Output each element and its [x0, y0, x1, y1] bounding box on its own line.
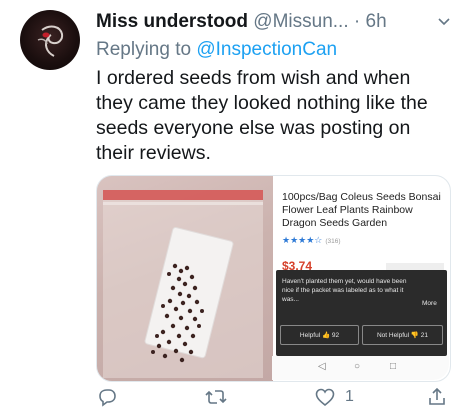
rating-count: (316) — [325, 238, 341, 245]
product-title: 100pcs/Bag Coleus Seeds Bonsai Flower Le… — [282, 191, 441, 229]
app-screenshot-overlay: 100pcs/Bag Coleus Seeds Bonsai Flower Le… — [96, 175, 449, 380]
review-more: More — [422, 300, 437, 307]
share-button[interactable] — [426, 386, 448, 408]
replying-to: Replying to @InspectionCan — [96, 38, 337, 62]
tweet-text: I ordered seeds from wish and when they … — [96, 67, 428, 164]
avatar[interactable] — [20, 10, 80, 70]
like-button[interactable]: 1 — [314, 386, 354, 408]
like-icon — [315, 388, 335, 407]
separator: · — [348, 11, 366, 32]
helpful-button: Helpful 👍 92 — [280, 325, 359, 345]
replying-prefix: Replying to — [96, 39, 197, 60]
display-name[interactable]: Miss understood — [96, 11, 248, 32]
tweet-actions: 1 — [96, 386, 451, 412]
nav-recent-icon: □ — [390, 361, 397, 372]
reply-icon — [99, 389, 116, 407]
android-navbar — [272, 356, 449, 380]
not-helpful-button: Not Helpful 👎 21 — [362, 325, 443, 345]
helpful-label: Helpful 👍 92 — [299, 332, 340, 339]
not-helpful-label: Not Helpful 👎 21 — [376, 332, 429, 339]
stars-glyphs: ★★★★☆ — [282, 235, 323, 245]
timestamp[interactable]: 6h — [366, 11, 387, 32]
chevron-down-icon[interactable] — [437, 14, 451, 28]
avatar-image — [37, 25, 64, 57]
review-text: Haven't planted them yet, would have bee… — [282, 278, 407, 303]
nav-back-icon: ◁ — [318, 361, 326, 372]
tweet-header: Miss understood @Missun... · 6h — [96, 10, 456, 34]
like-count: 1 — [345, 388, 354, 405]
replying-to-link[interactable]: @InspectionCan — [196, 39, 337, 60]
user-handle[interactable]: @Missun... — [253, 11, 348, 32]
reply-button[interactable] — [96, 386, 118, 408]
nav-home-icon: ○ — [354, 361, 361, 372]
rating-stars: ★★★★☆ (316) — [282, 235, 341, 246]
share-icon — [429, 387, 445, 405]
retweet-button[interactable] — [204, 386, 228, 408]
retweet-icon — [205, 390, 227, 404]
